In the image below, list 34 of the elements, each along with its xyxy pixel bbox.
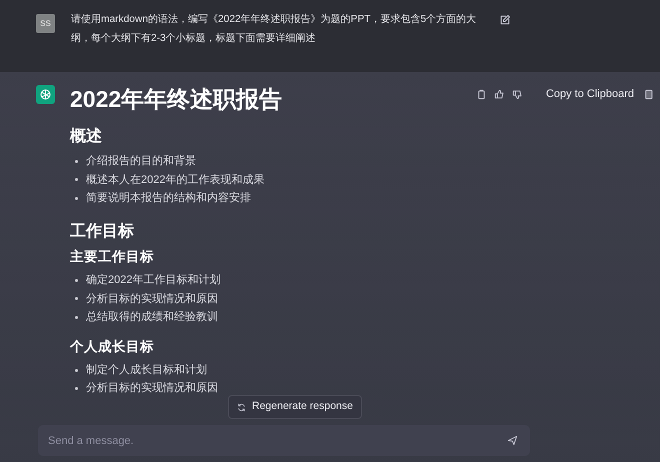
thumbs-up-icon[interactable]: [494, 88, 505, 100]
list-item: 制定个人成长目标和计划: [86, 362, 207, 378]
list-item: 简要说明本报告的结构和内容安排: [86, 190, 251, 206]
refresh-icon: [237, 402, 246, 412]
edit-icon[interactable]: [499, 14, 511, 26]
thumbs-down-icon[interactable]: [512, 88, 523, 100]
bullet-icon: [75, 196, 78, 200]
list-item: 介绍报告的目的和背景: [86, 154, 196, 170]
section-heading: 工作目标: [70, 222, 135, 241]
bullet-icon: [75, 387, 78, 390]
copy-icon[interactable]: [643, 88, 654, 100]
user-avatar: SS: [36, 14, 55, 33]
list-item: 分析目标的实现情况和原因: [86, 292, 218, 307]
send-icon[interactable]: [507, 435, 518, 446]
bullet-icon: [75, 316, 78, 319]
bullet-icon: [75, 278, 78, 282]
assistant-logo-icon: [36, 85, 55, 104]
bullet-icon: [75, 178, 78, 182]
bullet-icon: [75, 368, 78, 372]
regenerate-button[interactable]: Regenerate response: [228, 395, 362, 419]
bullet-icon: [75, 160, 78, 163]
bullet-icon: [75, 297, 78, 300]
section-heading: 概述: [70, 127, 103, 146]
list-item: 概述本人在2022年的工作表现和成果: [86, 172, 264, 188]
subsection-heading: 主要工作目标: [70, 248, 155, 266]
list-item: 总结取得的成绩和经验教训: [86, 310, 218, 326]
user-message: 请使用markdown的语法，编写《2022年年终述职报告》为题的PPT，要求包含5个方面的大纲，每个大纲下有2-3个小标题，标题下面需要详细阐述: [71, 12, 478, 46]
copy-button[interactable]: Copy to Clipboard: [544, 86, 636, 102]
clipboard-icon[interactable]: [476, 88, 487, 100]
message-input[interactable]: Send a message.: [38, 425, 530, 456]
list-item: 确定2022年工作目标和计划: [86, 272, 220, 288]
subsection-heading: 个人成长目标: [70, 338, 155, 355]
list-item: 分析目标的实现情况和原因: [86, 380, 218, 396]
response-title: 2022年年终述职报告: [70, 85, 282, 113]
